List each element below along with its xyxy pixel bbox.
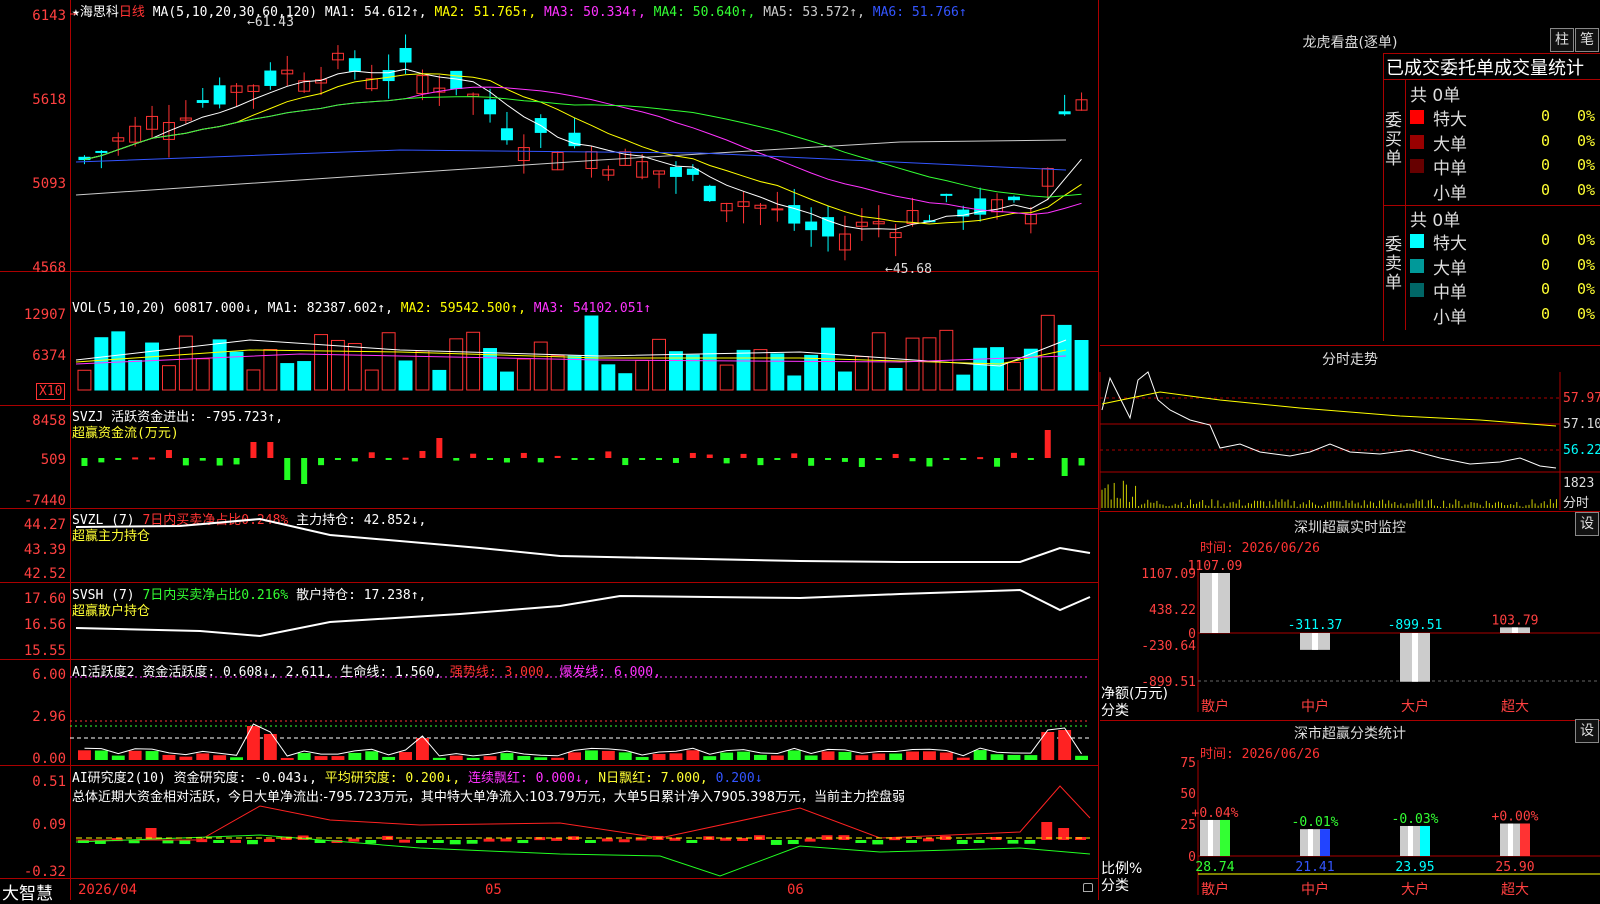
stat-bar-accent [1220,819,1230,856]
sc-tick: 50 [1180,787,1196,802]
stat-bar-hl [1508,823,1513,856]
stat-bar-hl [1408,825,1413,856]
stat-value: 25.90 [1495,860,1534,875]
stat-value: 28.74 [1195,860,1234,875]
stat-bar-hl [1208,819,1213,856]
sc-tick: 75 [1180,756,1196,771]
stat-bar-accent [1320,829,1330,856]
stat-pct: -0.03% [1392,812,1439,827]
stat-pct: +0.04% [1192,806,1239,821]
stat-value: 21.41 [1295,860,1334,875]
stat-category: 大户 [1401,881,1429,898]
stat-category: 散户 [1201,881,1229,898]
stat-value: 23.95 [1395,860,1434,875]
stat-bar-accent [1520,823,1530,856]
stat-category: 中户 [1301,881,1329,898]
stat-bar-hl [1308,829,1313,856]
stat-pct: +0.00% [1492,810,1539,825]
stat-category: 超大 [1501,882,1529,898]
stat-pct: -0.01% [1292,815,1339,830]
sc-stat-chart[interactable]: 7550250+0.04%28.74散户-0.01%21.41中户-0.03%2… [0,0,1600,900]
stat-bar-accent [1420,825,1430,856]
